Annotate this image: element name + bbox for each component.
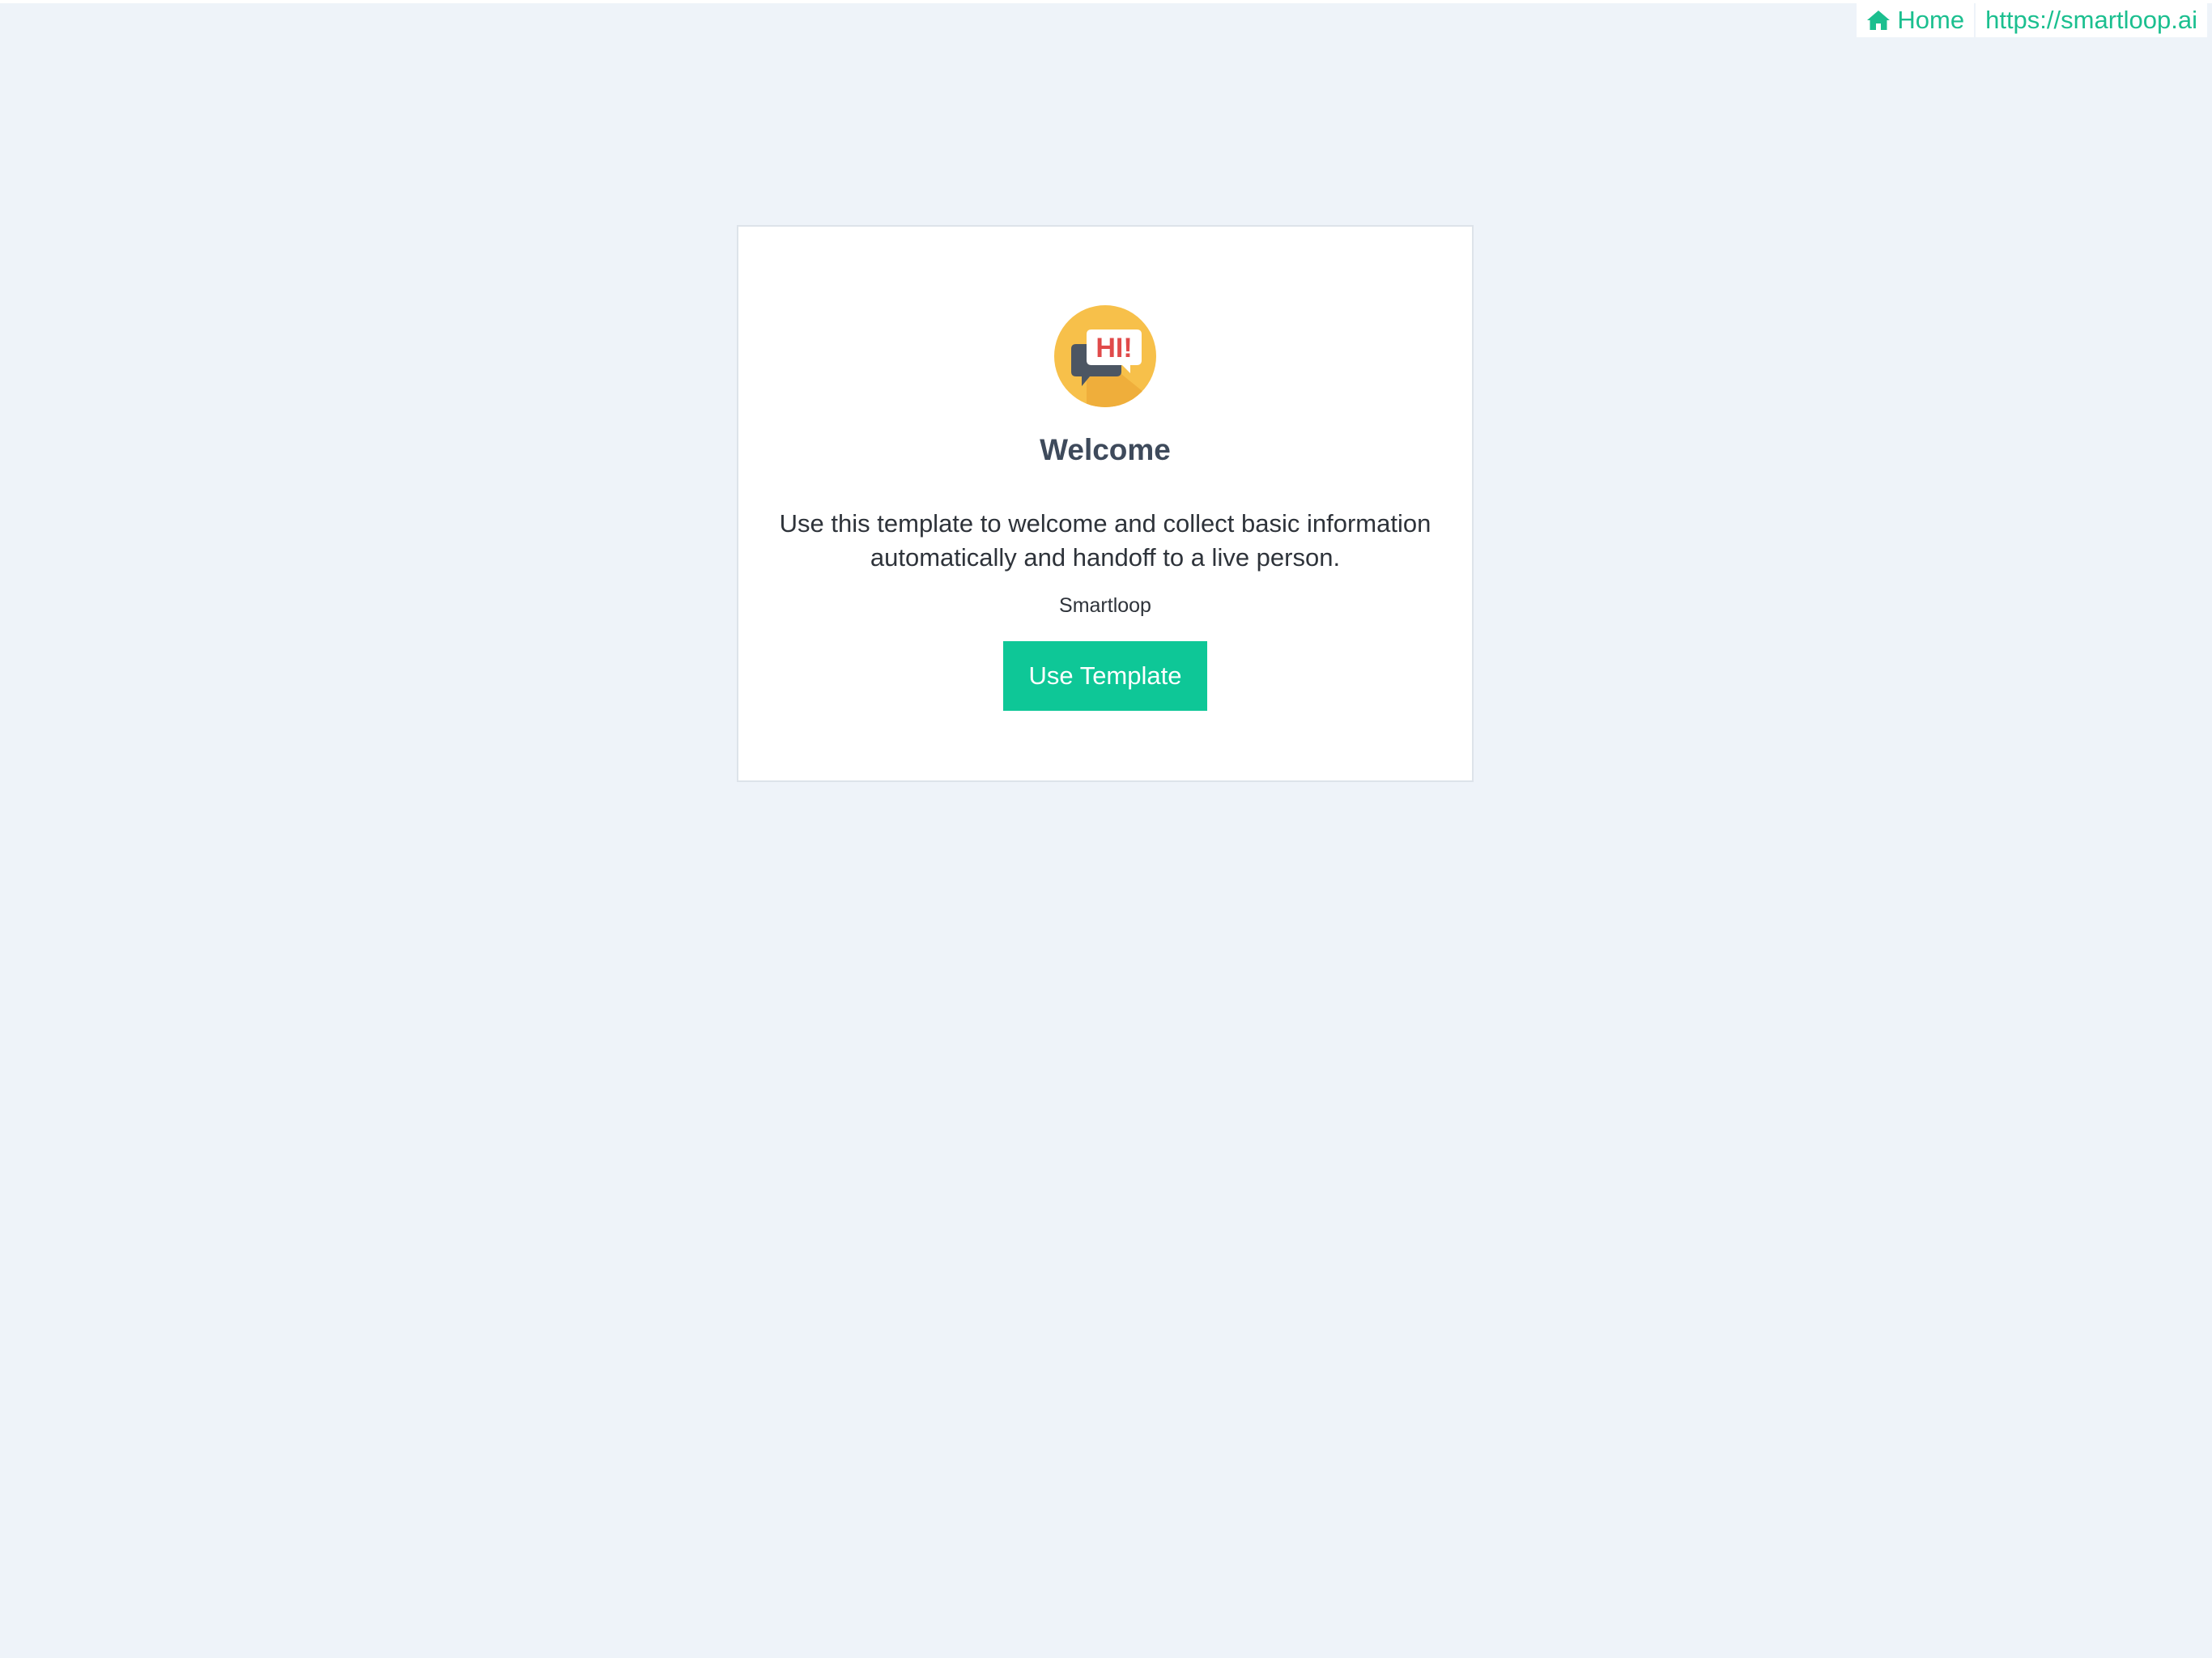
template-card: HI! Welcome Use this template to welcome… — [737, 225, 1474, 782]
template-title: Welcome — [1040, 433, 1171, 466]
home-icon — [1866, 9, 1891, 32]
home-link-label: Home — [1897, 6, 1965, 34]
use-template-button[interactable]: Use Template — [1003, 641, 1207, 711]
site-link[interactable]: https://smartloop.ai — [1974, 3, 2207, 37]
logo-text: HI! — [1095, 333, 1132, 363]
template-author: Smartloop — [1059, 594, 1151, 617]
home-link[interactable]: Home — [1857, 3, 1974, 37]
hi-speech-bubble-logo: HI! — [1054, 305, 1156, 407]
template-description: Use this template to welcome and collect… — [779, 509, 1431, 572]
top-nav: Home https://smartloop.ai — [1857, 3, 2207, 37]
